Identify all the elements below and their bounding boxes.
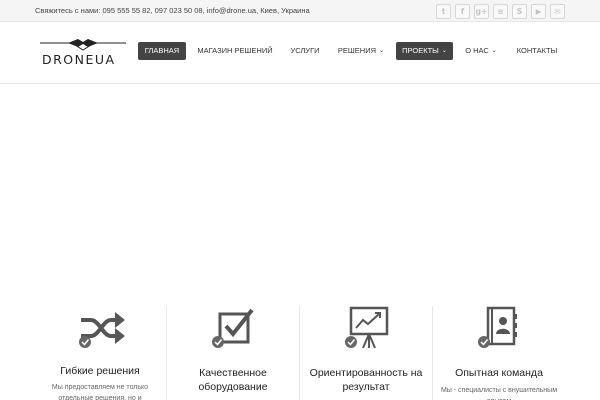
feature-equipment: Качественное оборудование — [168, 306, 298, 400]
feature-desc: Мы - специалисты с внушительным опытом — [440, 387, 558, 400]
features-section: Гибкие решения Мы предоставляем не тольк… — [35, 306, 565, 400]
site-header: DRONEUA ГЛАВНАЯ МАГАЗИН РЕШЕНИЙ УСЛУГИ Р… — [0, 22, 600, 84]
nav-item-home[interactable]: ГЛАВНАЯ — [138, 42, 186, 60]
contact-book-icon — [478, 306, 517, 348]
feature-flexible: Гибкие решения Мы предоставляем не тольк… — [35, 306, 165, 400]
nav-item-contacts[interactable]: КОНТАКТЫ — [511, 42, 563, 60]
presentation-chart-icon — [345, 306, 389, 349]
nav-item-services[interactable]: УСЛУГИ — [284, 42, 326, 60]
feature-divider — [166, 306, 167, 400]
top-bar: Свяжитесь с нами: 095 555 55 82, 097 023… — [0, 0, 600, 22]
contact-info: Свяжитесь с нами: 095 555 55 82, 097 023… — [35, 6, 310, 15]
nav-item-shop[interactable]: МАГАЗИН РЕШЕНИЙ — [194, 42, 276, 60]
feature-team: Опытная команда Мы - специалисты с внуши… — [434, 306, 564, 400]
email-icon[interactable]: ✉ — [550, 4, 565, 19]
google-plus-icon[interactable]: g+ — [474, 4, 489, 19]
feature-title: Ориентированность на результат — [309, 367, 423, 393]
nav-item-projects[interactable]: ПРОЕКТЫ ⌄ — [396, 42, 453, 60]
feature-desc: Мы предоставляем не только отдельные реш… — [51, 384, 149, 400]
facebook-icon[interactable]: f — [455, 4, 470, 19]
chevron-down-icon: ⌄ — [379, 48, 385, 54]
hero-banner — [0, 85, 600, 285]
rss-icon[interactable]: ≋ — [493, 4, 508, 19]
nav-item-solutions[interactable]: РЕШЕНИЯ ⌄ — [334, 42, 388, 60]
feature-title: Качественное оборудование — [198, 367, 268, 393]
youtube-icon[interactable]: ▶ — [531, 4, 546, 19]
feature-results: Ориентированность на результат — [301, 306, 431, 400]
shuffle-icon — [79, 312, 125, 348]
feature-title: Опытная команда — [455, 367, 543, 379]
checkbox-icon — [212, 308, 254, 348]
chevron-down-icon: ⌄ — [441, 48, 447, 54]
chevron-down-icon: ⌄ — [491, 48, 497, 54]
feature-title: Гибкие решения — [60, 365, 140, 377]
social-links: t f g+ ≋ S ▶ ✉ — [436, 4, 565, 19]
skype-icon[interactable]: S — [512, 4, 527, 19]
feature-divider — [432, 306, 433, 400]
twitter-icon[interactable]: t — [436, 4, 451, 19]
feature-divider — [299, 306, 300, 400]
nav-item-about[interactable]: О НАС ⌄ — [461, 42, 501, 60]
main-nav: ГЛАВНАЯ МАГАЗИН РЕШЕНИЙ УСЛУГИ РЕШЕНИЯ ⌄ … — [0, 42, 600, 60]
